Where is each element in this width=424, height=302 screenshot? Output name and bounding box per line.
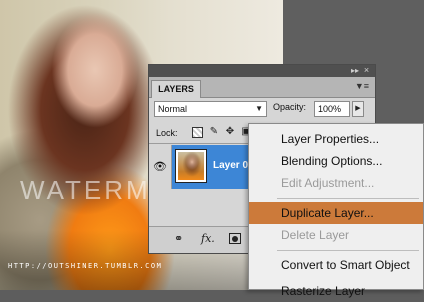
- blend-mode-value: Normal: [158, 104, 188, 114]
- opacity-field[interactable]: 100%: [314, 101, 350, 117]
- menu-item-layer-properties[interactable]: Layer Properties...: [249, 128, 423, 150]
- link-layers-icon[interactable]: ⚭: [174, 233, 183, 245]
- layer-thumbnail[interactable]: [175, 149, 207, 183]
- layer-name[interactable]: Layer 0: [213, 160, 248, 171]
- menu-item-rasterize-layer[interactable]: Rasterize Layer: [249, 280, 423, 302]
- menu-separator: [277, 250, 419, 251]
- fx-icon[interactable]: fx.: [201, 233, 215, 245]
- menu-item-edit-adjustment: Edit Adjustment...: [281, 176, 375, 190]
- close-icon[interactable]: ×: [362, 66, 371, 75]
- lock-label: Lock:: [156, 128, 178, 138]
- chevron-down-icon: ▼: [255, 104, 263, 113]
- menu-item-convert-smart-object[interactable]: Convert to Smart Object: [249, 254, 423, 276]
- add-mask-icon[interactable]: [229, 233, 241, 244]
- eye-icon[interactable]: 👁: [149, 145, 172, 189]
- menu-item-duplicate-layer[interactable]: Duplicate Layer...: [249, 202, 423, 224]
- tab-layers[interactable]: LAYERS: [151, 80, 201, 98]
- menu-item-blending-options[interactable]: Blending Options...: [249, 150, 423, 172]
- menu-item-delete-layer: Delete Layer: [281, 228, 350, 242]
- blend-mode-select[interactable]: Normal ▼: [154, 101, 267, 117]
- lock-position-icon[interactable]: ✥: [224, 126, 236, 138]
- panel-title-strip[interactable]: ▸▸ ×: [149, 65, 375, 77]
- opacity-slider-button[interactable]: ▶: [352, 101, 364, 117]
- menu-separator: [277, 198, 419, 199]
- panel-tab-row: LAYERS ▼≡: [149, 77, 375, 98]
- lock-pixels-icon[interactable]: ✎: [208, 126, 220, 138]
- double-chevron-right-icon[interactable]: ▸▸: [351, 66, 359, 76]
- panel-menu-icon[interactable]: ▼≡: [355, 81, 369, 91]
- layer-context-menu: Layer Properties... Blending Options... …: [248, 123, 424, 298]
- url-caption: HTTP://OUTSHINER.TUMBLR.COM: [8, 262, 163, 270]
- opacity-label: Opacity:: [273, 102, 307, 112]
- lock-transparency-icon[interactable]: [191, 126, 203, 138]
